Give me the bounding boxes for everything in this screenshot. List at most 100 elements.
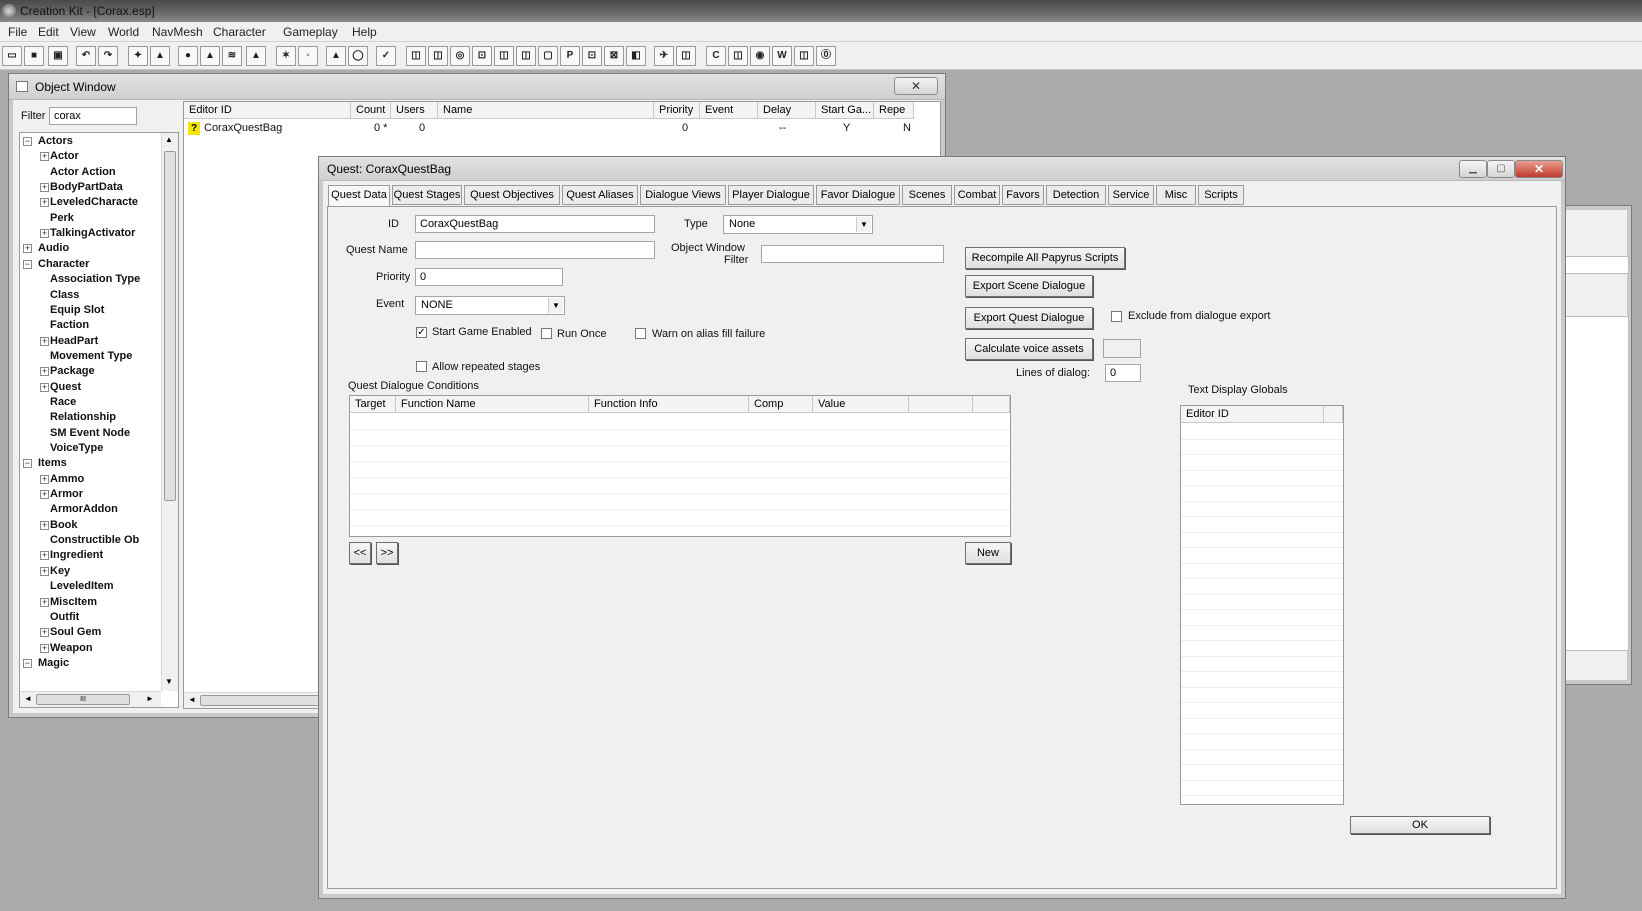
grass-icon[interactable]: ▲	[246, 46, 266, 66]
run-once-checkbox[interactable]	[541, 328, 552, 339]
save-icon[interactable]: ■	[24, 46, 44, 66]
collapse-icon[interactable]: −	[23, 137, 32, 146]
graph-icon[interactable]: ✓	[376, 46, 396, 66]
column-users[interactable]: Users	[391, 102, 438, 119]
minimize-icon[interactable]: ▁	[1459, 160, 1487, 178]
tab-combat[interactable]: Combat	[954, 185, 1000, 205]
tree-item-class[interactable]: Class	[50, 289, 79, 301]
menu-view[interactable]: View	[70, 25, 96, 39]
tree-item-talkingactivator[interactable]: TalkingActivator	[50, 227, 135, 239]
column-start-game[interactable]: Start Ga...	[816, 102, 874, 119]
column-event[interactable]: Event	[700, 102, 758, 119]
tree-item-ammo[interactable]: Ammo	[50, 473, 84, 485]
column-name[interactable]: Name	[438, 102, 654, 119]
column-target[interactable]: Target	[350, 396, 396, 413]
cube-8-icon[interactable]: ◫	[728, 46, 748, 66]
package-icon[interactable]: P	[560, 46, 580, 66]
conditions-table[interactable]: Target Function Name Function Info Comp …	[349, 395, 1011, 537]
priority-field[interactable]	[415, 268, 563, 286]
close-icon[interactable]: ✕	[894, 77, 938, 95]
column-comp[interactable]: Comp	[749, 396, 813, 413]
menu-navmesh[interactable]: NavMesh	[152, 25, 203, 39]
column-count[interactable]: Count	[351, 102, 391, 119]
expand-icon[interactable]: +	[40, 367, 49, 377]
speech-icon[interactable]: ◯	[348, 46, 368, 66]
tree-item-miscitem[interactable]: MiscItem	[50, 596, 97, 608]
w-box-icon[interactable]: W	[772, 46, 792, 66]
column-delay[interactable]: Delay	[758, 102, 816, 119]
tree-item-actors[interactable]: Actors	[38, 135, 73, 147]
next-button[interactable]: >>	[376, 542, 398, 564]
scroll-right-icon[interactable]: ►	[146, 694, 154, 703]
new-condition-button[interactable]: New	[965, 542, 1011, 564]
collapse-icon[interactable]: −	[23, 259, 32, 269]
previous-button[interactable]: <<	[349, 542, 371, 564]
tree-horizontal-scrollbar[interactable]: ◄ III ►	[20, 691, 161, 707]
scroll-down-icon[interactable]: ▼	[165, 677, 173, 686]
cube-2-icon[interactable]: ◫	[428, 46, 448, 66]
tree-item-race[interactable]: Race	[50, 396, 76, 408]
zero-circle-icon[interactable]: ⓪	[816, 46, 836, 66]
expand-icon[interactable]: +	[40, 551, 49, 561]
tab-scripts[interactable]: Scripts	[1198, 185, 1244, 205]
export-scene-dialogue-button[interactable]: Export Scene Dialogue	[965, 275, 1093, 297]
tab-detection[interactable]: Detection	[1046, 185, 1106, 205]
expand-icon[interactable]: +	[40, 628, 49, 638]
start-game-enabled-checkbox[interactable]: ✓	[416, 327, 427, 338]
text-display-globals-list[interactable]: Editor ID	[1180, 405, 1344, 805]
warning-icon[interactable]: ▲	[150, 46, 170, 66]
globe-icon[interactable]: ●	[178, 46, 198, 66]
menu-character[interactable]: Character	[213, 25, 266, 39]
warn-alias-checkbox[interactable]	[635, 328, 646, 339]
tab-quest-stages[interactable]: Quest Stages	[392, 185, 462, 205]
tree-item-armoraddon[interactable]: ArmorAddon	[50, 503, 118, 515]
tree-item-items[interactable]: Items	[38, 457, 67, 469]
tree-hscroll-thumb[interactable]: III	[36, 694, 130, 705]
expand-icon[interactable]: +	[40, 336, 49, 346]
tree-item-actor-action[interactable]: Actor Action	[50, 166, 116, 178]
table-row[interactable]: ? CoraxQuestBag 0 * 0 0 -- Y N	[184, 120, 914, 137]
tree-item-faction[interactable]: Faction	[50, 319, 89, 331]
cube-3-icon[interactable]: ◫	[494, 46, 514, 66]
tree-item-relationship[interactable]: Relationship	[50, 411, 116, 423]
cube-7-icon[interactable]: ◫	[676, 46, 696, 66]
expand-icon[interactable]: +	[40, 566, 49, 576]
tree-item-weapon[interactable]: Weapon	[50, 642, 93, 654]
export-quest-dialogue-button[interactable]: Export Quest Dialogue	[965, 307, 1093, 329]
menu-file[interactable]: File	[8, 25, 27, 39]
category-tree[interactable]: Actors − Actor + Actor Action BodyPartData + Le…	[19, 132, 179, 708]
save-all-icon[interactable]: ▣	[48, 46, 68, 66]
filter-input[interactable]	[49, 107, 137, 125]
tree-item-armor[interactable]: Armor	[50, 488, 83, 500]
tree-item-soul-gem[interactable]: Soul Gem	[50, 626, 101, 638]
tree-item-equip-slot[interactable]: Equip Slot	[50, 304, 104, 316]
exclude-export-checkbox[interactable]	[1111, 311, 1122, 322]
tree-item-ingredient[interactable]: Ingredient	[50, 549, 103, 561]
object-window-filter-field[interactable]	[761, 245, 944, 263]
tree-item-key[interactable]: Key	[50, 565, 70, 577]
tab-quest-objectives[interactable]: Quest Objectives	[464, 185, 560, 205]
calculate-voice-assets-button[interactable]: Calculate voice assets	[965, 338, 1093, 360]
tree-item-constructible-ob[interactable]: Constructible Ob	[50, 534, 139, 546]
menu-edit[interactable]: Edit	[38, 25, 59, 39]
column-repeat[interactable]: Repe	[874, 102, 914, 119]
box-icon[interactable]: ⊡	[472, 46, 492, 66]
tree-item-headpart[interactable]: HeadPart	[50, 335, 98, 347]
tree-scroll-thumb[interactable]	[164, 151, 176, 501]
expand-icon[interactable]: +	[40, 474, 49, 484]
close-icon[interactable]: ✕	[1515, 160, 1563, 178]
scroll-up-icon[interactable]: ▲	[165, 135, 173, 144]
render-icon[interactable]: ✦	[128, 46, 148, 66]
airplane-icon[interactable]: ✈	[654, 46, 674, 66]
tab-player-dialogue[interactable]: Player Dialogue	[728, 185, 814, 205]
collapse-icon[interactable]: −	[23, 459, 32, 469]
column-editor-id[interactable]: Editor ID	[1181, 406, 1324, 423]
tree-item-perk[interactable]: Perk	[50, 212, 74, 224]
tree-item-leveledcharacte[interactable]: LeveledCharacte	[50, 196, 138, 208]
undo-icon[interactable]: ↶	[76, 46, 96, 66]
cube-4-icon[interactable]: ◫	[516, 46, 536, 66]
expand-icon[interactable]: +	[40, 229, 49, 239]
cube-9-icon[interactable]: ◫	[794, 46, 814, 66]
tree-item-leveleditem[interactable]: LeveledItem	[50, 580, 114, 592]
sky-icon[interactable]: ◦	[298, 46, 318, 66]
